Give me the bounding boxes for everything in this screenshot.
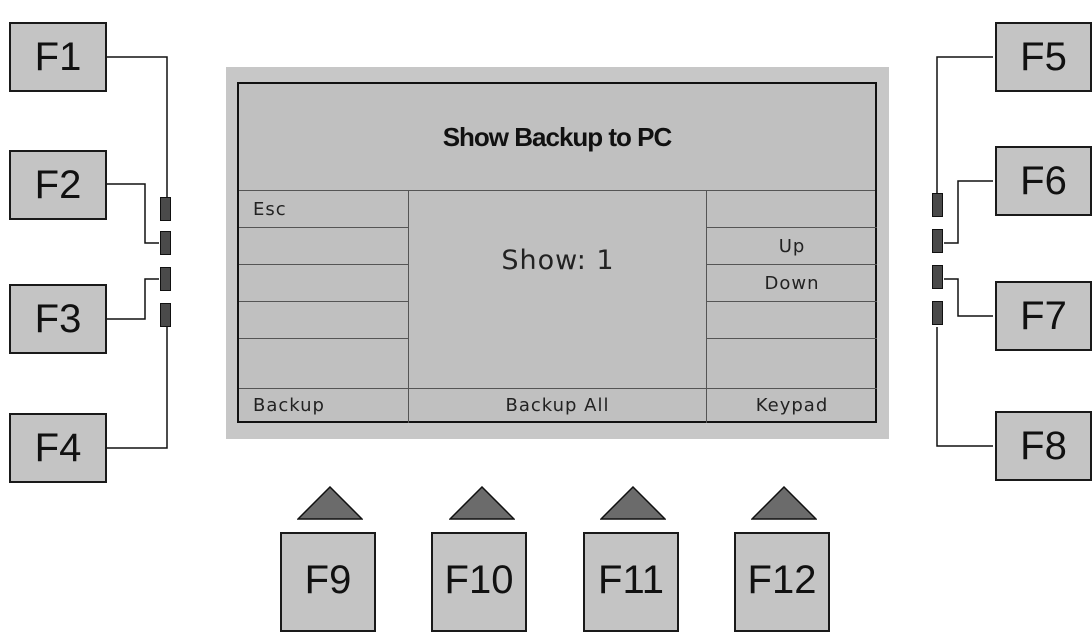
led-indicator-f7 xyxy=(932,265,943,289)
f4-key[interactable]: F4 xyxy=(9,413,107,483)
f6-key[interactable]: F6 xyxy=(995,146,1092,216)
f1-key[interactable]: F1 xyxy=(9,22,107,92)
f10-key[interactable]: F10 xyxy=(431,532,527,632)
show-value: Show: 1 xyxy=(501,245,615,276)
f9-key[interactable]: F9 xyxy=(280,532,376,632)
softkey-label-left-2 xyxy=(239,228,408,264)
f11-label: F11 xyxy=(598,557,664,602)
f11-key[interactable]: F11 xyxy=(583,532,679,632)
softkey-label-right-5 xyxy=(707,339,877,387)
softkey-label-left-4 xyxy=(239,302,408,338)
f12-arrow-icon xyxy=(751,486,817,520)
f3-key[interactable]: F3 xyxy=(9,284,107,354)
f10-label: F10 xyxy=(444,557,514,602)
softkey-label-left-3 xyxy=(239,265,408,301)
f6-label: F6 xyxy=(1020,158,1067,203)
screen-title: Show Backup to PC xyxy=(239,84,875,191)
f3-label: F3 xyxy=(34,296,82,341)
led-indicator-f3 xyxy=(160,267,171,291)
led-indicator-f5 xyxy=(932,193,943,217)
f5-key[interactable]: F5 xyxy=(995,22,1092,92)
softkey-label-right-4 xyxy=(707,302,877,338)
softkey-label-right-1 xyxy=(707,191,877,227)
f2-key[interactable]: F2 xyxy=(9,150,107,220)
softkey-label-up: Up xyxy=(778,235,806,257)
f9-label: F9 xyxy=(304,557,352,602)
f8-label: F8 xyxy=(1020,423,1067,468)
softkey-label-down: Down xyxy=(764,272,820,294)
bottom-label-keypad: Keypad xyxy=(755,395,829,416)
led-indicator-f8 xyxy=(932,301,943,325)
f7-key[interactable]: F7 xyxy=(995,281,1092,351)
f12-label: F12 xyxy=(747,557,817,602)
led-indicator-f4 xyxy=(160,303,171,327)
f9-arrow-icon xyxy=(297,486,363,520)
bottom-label-backup: Backup xyxy=(253,395,325,416)
f2-label: F2 xyxy=(34,162,82,207)
lcd-screen: Show Backup to PC Esc Up Down Show: 1 Ba… xyxy=(237,82,877,423)
f10-arrow-icon xyxy=(449,486,515,520)
f12-key[interactable]: F12 xyxy=(734,532,830,632)
f8-key[interactable]: F8 xyxy=(995,411,1092,481)
softkey-label-esc: Esc xyxy=(253,198,287,220)
f1-label: F1 xyxy=(34,34,82,79)
softkey-label-left-5 xyxy=(239,339,408,387)
led-indicator-f1 xyxy=(160,197,171,221)
f5-label: F5 xyxy=(1020,34,1067,79)
led-indicator-f6 xyxy=(932,229,943,253)
f4-label: F4 xyxy=(34,425,82,470)
bottom-label-backup-all: Backup All xyxy=(505,395,610,416)
f11-arrow-icon xyxy=(600,486,666,520)
led-indicator-f2 xyxy=(160,231,171,255)
f7-label: F7 xyxy=(1020,293,1067,338)
